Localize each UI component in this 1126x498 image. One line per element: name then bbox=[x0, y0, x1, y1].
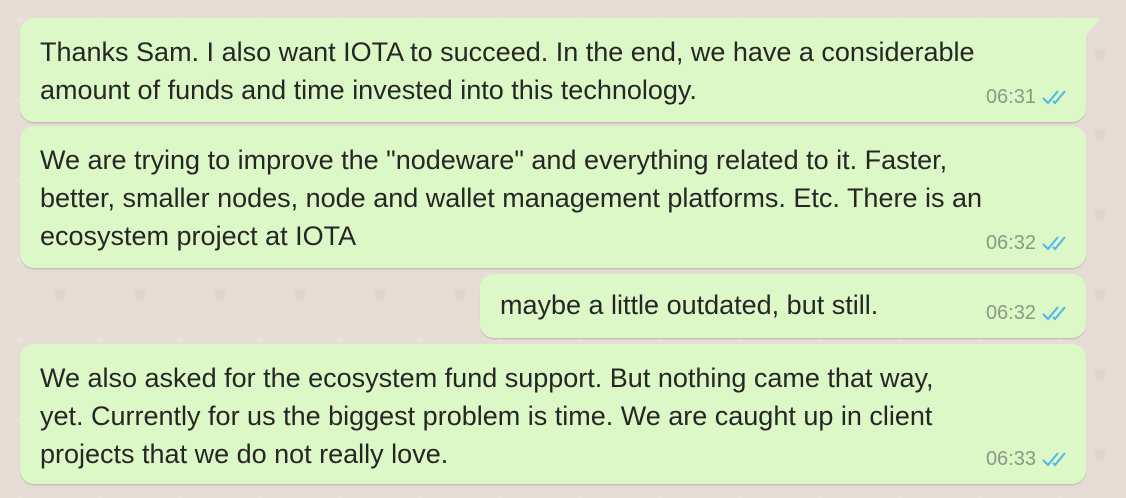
message-line: maybe a little outdated, but still. bbox=[500, 290, 879, 320]
message-bubble[interactable]: We are trying to improve the "nodeware" … bbox=[20, 126, 1086, 268]
message-line: Thanks Sam. I also want IOTA to succeed.… bbox=[40, 37, 975, 67]
message-bubble[interactable]: maybe a little outdated, but still. 06:3… bbox=[480, 274, 1086, 338]
message-text: maybe a little outdated, but still. bbox=[500, 286, 878, 324]
message-time: 06:32 bbox=[985, 302, 1036, 324]
double-check-read-icon bbox=[1042, 90, 1066, 105]
double-check-read-icon bbox=[1042, 236, 1066, 251]
message-meta: 06:33 bbox=[986, 440, 1072, 478]
bubble-tail bbox=[1086, 18, 1100, 36]
message-text: We also asked for the ecosystem fund sup… bbox=[40, 359, 933, 473]
message-line: yet. Currently for us the biggest proble… bbox=[40, 401, 933, 431]
message-time: 06:33 bbox=[985, 448, 1036, 470]
message-line: We are trying to improve the "nodeware" … bbox=[40, 145, 948, 175]
message-meta: 06:32 bbox=[986, 224, 1072, 262]
message-text: Thanks Sam. I also want IOTA to succeed.… bbox=[40, 33, 975, 109]
message-bubble[interactable]: Thanks Sam. I also want IOTA to succeed.… bbox=[20, 18, 1100, 122]
message-time: 06:32 bbox=[985, 232, 1036, 254]
message-line: amount of funds and time invested into t… bbox=[40, 75, 697, 105]
message-meta: 06:32 bbox=[986, 294, 1072, 332]
message-line: We also asked for the ecosystem fund sup… bbox=[40, 363, 934, 393]
message-meta: 06:31 bbox=[986, 78, 1072, 116]
message-bubble[interactable]: We also asked for the ecosystem fund sup… bbox=[20, 344, 1086, 484]
message-time: 06:31 bbox=[985, 86, 1036, 108]
message-line: projects that we do not really love. bbox=[40, 439, 449, 469]
message-line: better, smaller nodes, node and wallet m… bbox=[40, 183, 983, 213]
message-text: We are trying to improve the "nodeware" … bbox=[40, 141, 982, 255]
double-check-read-icon bbox=[1042, 452, 1066, 467]
message-line: ecosystem project at IOTA bbox=[40, 221, 357, 251]
double-check-read-icon bbox=[1042, 306, 1066, 321]
